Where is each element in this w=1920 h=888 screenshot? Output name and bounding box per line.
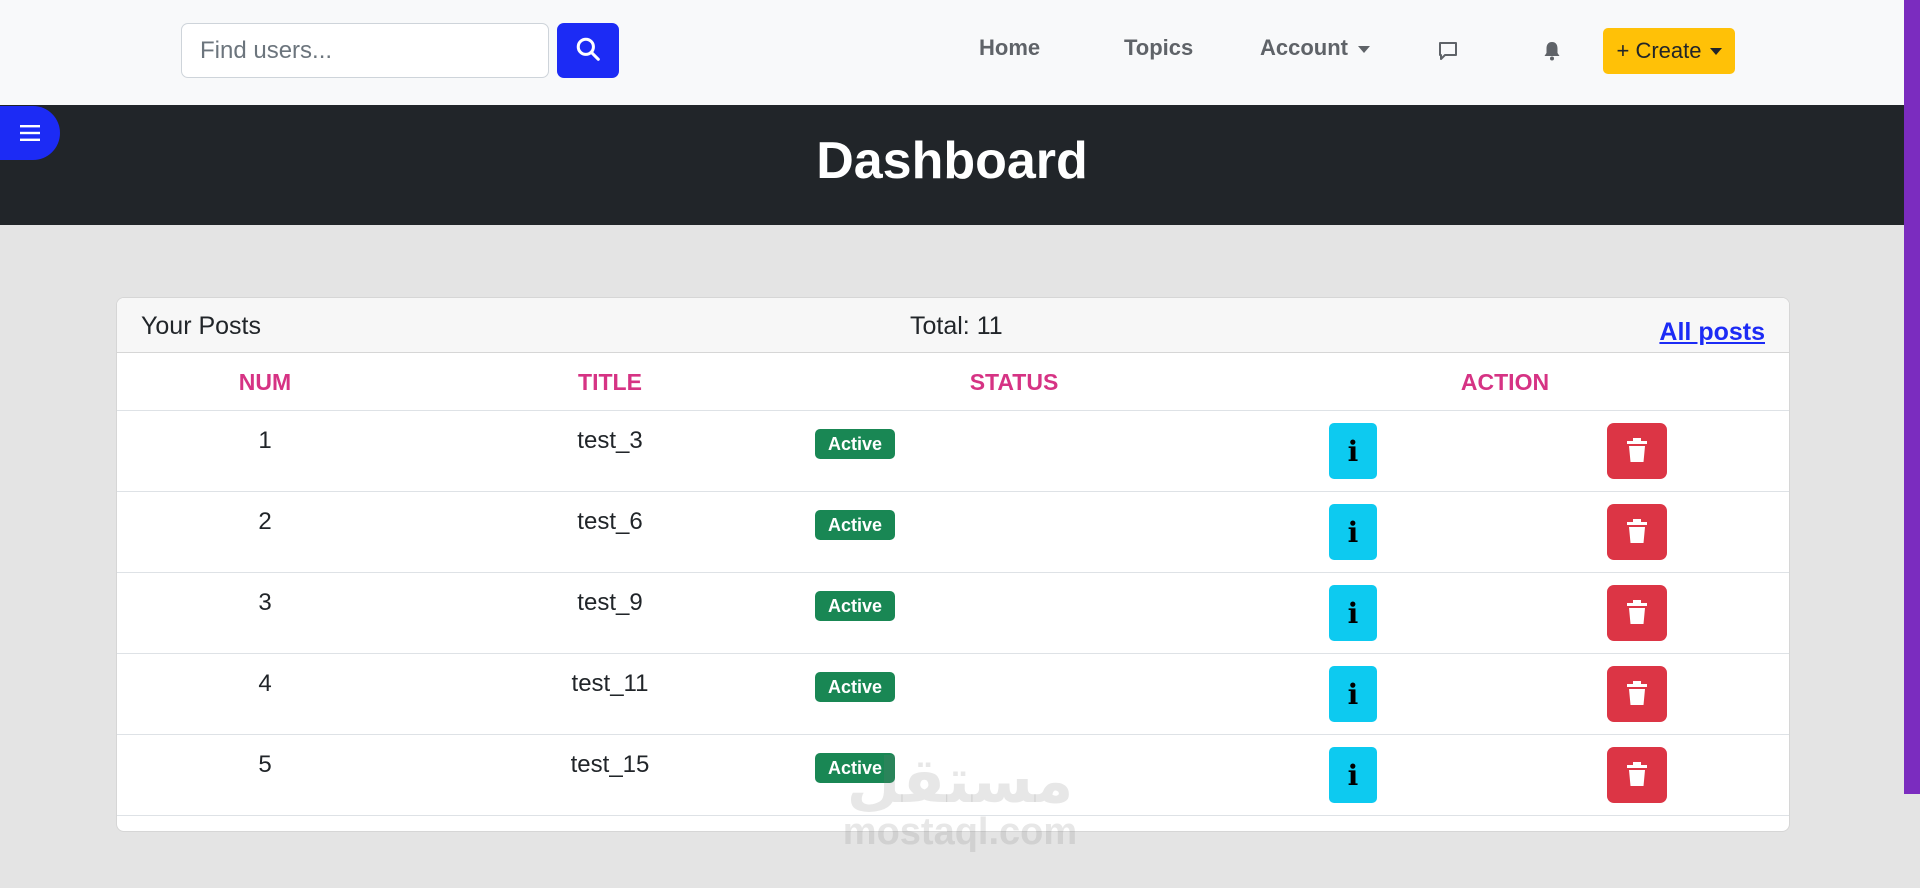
info-icon: i (1347, 677, 1359, 711)
table-header: NUM TITLE STATUS ACTION (117, 353, 1789, 411)
delete-button[interactable] (1607, 666, 1667, 722)
chat-icon[interactable] (1433, 36, 1463, 66)
delete-button[interactable] (1607, 585, 1667, 641)
row-title: test_15 (570, 751, 650, 778)
info-button[interactable]: i (1329, 666, 1377, 722)
column-header-num: NUM (238, 369, 292, 395)
delete-button[interactable] (1607, 423, 1667, 479)
status-badge: Active (815, 429, 895, 459)
column-header-status: STATUS (969, 369, 1059, 395)
column-header-title: TITLE (578, 369, 642, 395)
trash-icon (1627, 761, 1647, 789)
info-button[interactable]: i (1329, 747, 1377, 803)
info-button[interactable]: i (1329, 585, 1377, 641)
posts-card-header: Your Posts Total: 11 All posts (117, 298, 1789, 353)
trash-icon (1627, 518, 1647, 546)
info-icon: i (1347, 515, 1359, 549)
search-button[interactable] (557, 23, 619, 78)
delete-button[interactable] (1607, 747, 1667, 803)
all-posts-link[interactable]: All posts (1659, 318, 1765, 347)
posts-card-title: Your Posts (141, 312, 261, 340)
info-button[interactable]: i (1329, 423, 1377, 479)
search-input[interactable] (181, 23, 549, 78)
row-num: 1 (258, 427, 272, 454)
create-dropdown-button[interactable]: + Create (1603, 28, 1735, 74)
chevron-down-icon (1358, 45, 1370, 53)
nav-topics-link[interactable]: Topics (1124, 35, 1193, 61)
info-button[interactable]: i (1329, 504, 1377, 560)
info-icon: i (1347, 596, 1359, 630)
status-badge: Active (815, 672, 895, 702)
nav-account-dropdown[interactable]: Account (1260, 35, 1370, 61)
status-badge: Active (815, 753, 895, 783)
nav-home-link[interactable]: Home (979, 35, 1040, 61)
table-row: 1 test_3 Active i (117, 411, 1789, 492)
row-num: 4 (258, 670, 272, 697)
delete-button[interactable] (1607, 504, 1667, 560)
bell-icon[interactable] (1537, 36, 1567, 66)
row-num: 5 (258, 751, 272, 778)
row-title: test_11 (571, 670, 649, 697)
posts-card: Your Posts Total: 11 All posts NUM TITLE… (116, 297, 1790, 832)
info-icon: i (1347, 434, 1359, 468)
sidebar-toggle-button[interactable] (0, 106, 60, 160)
info-icon: i (1347, 758, 1359, 792)
trash-icon (1627, 437, 1647, 465)
table-row: 3 test_9 Active i (117, 573, 1789, 654)
row-title: test_6 (577, 508, 643, 535)
table-row: 4 test_11 Active i (117, 654, 1789, 735)
row-num: 3 (258, 589, 272, 616)
posts-total: Total: 11 (910, 312, 1003, 340)
create-label: + Create (1616, 38, 1702, 63)
search-icon (575, 36, 601, 65)
page-scrollbar[interactable] (1904, 0, 1920, 794)
trash-icon (1627, 680, 1647, 708)
status-badge: Active (815, 591, 895, 621)
row-title: test_3 (577, 427, 643, 454)
row-title: test_9 (577, 589, 643, 616)
column-header-action: ACTION (1460, 369, 1550, 395)
dashboard-banner: Dashboard (0, 105, 1904, 225)
trash-icon (1627, 599, 1647, 627)
nav-account-label: Account (1260, 35, 1348, 60)
status-badge: Active (815, 510, 895, 540)
row-num: 2 (258, 508, 272, 535)
top-navbar: Home Topics Account + Create (0, 0, 1904, 105)
page-title: Dashboard (816, 132, 1088, 190)
table-row: 5 test_15 Active i (117, 735, 1789, 816)
chevron-down-icon (1709, 47, 1722, 55)
table-row: 2 test_6 Active i (117, 492, 1789, 573)
hamburger-icon (20, 117, 40, 149)
